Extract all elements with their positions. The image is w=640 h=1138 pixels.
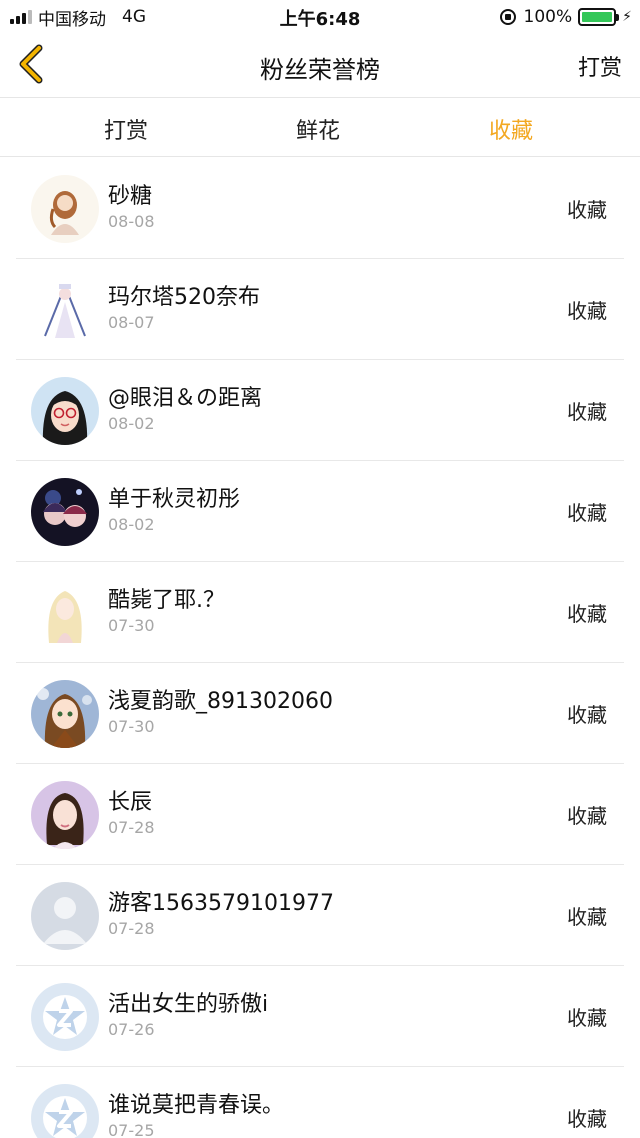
fan-name: 活出女生的骄傲i: [108, 992, 269, 1017]
battery-icon: [578, 8, 620, 26]
default-z-avatar: [31, 983, 99, 1051]
action-label: 收藏: [567, 501, 607, 525]
fan-name: 酷毙了耶.？: [108, 588, 225, 613]
list-item[interactable]: 玛尔塔520奈布 08-07 收藏: [0, 259, 640, 360]
list-item[interactable]: 长辰 07-28 收藏: [0, 764, 640, 865]
action-label: 收藏: [567, 1107, 607, 1131]
fan-name: 浅夏韵歌_891302060: [108, 689, 333, 714]
tab-favorites[interactable]: 收藏: [451, 113, 571, 145]
action-label: 收藏: [567, 299, 607, 323]
nav-bar: 粉丝荣誉榜 打赏: [0, 34, 640, 98]
fan-list: 砂糖 08-08 收藏 玛尔塔520奈布 08-07 收藏 @眼泪＆の距离 08-02 收藏 单于…: [0, 158, 640, 1138]
fan-date: 08-02: [108, 515, 155, 534]
glasses-girl-avatar: [31, 377, 99, 445]
avatar[interactable]: [31, 276, 99, 344]
status-bar: 中国移动 4G 上午6:48 100% ⚡: [0, 0, 640, 34]
action-label: 收藏: [567, 905, 607, 929]
default-z-avatar: [31, 1084, 99, 1138]
fan-date: 07-25: [108, 1121, 155, 1138]
fan-name: 砂糖: [108, 184, 153, 209]
fan-date: 07-28: [108, 919, 155, 938]
tab-bar: 打赏 鲜花 收藏: [0, 99, 640, 157]
fan-date: 07-30: [108, 717, 155, 736]
fan-date: 07-26: [108, 1020, 155, 1039]
default-user-avatar: [31, 882, 99, 950]
fan-date: 08-02: [108, 414, 155, 433]
blonde-girl-avatar: [31, 579, 99, 647]
avatar[interactable]: [31, 377, 99, 445]
tab-flowers[interactable]: 鲜花: [258, 113, 378, 145]
fan-date: 08-07: [108, 313, 155, 332]
action-label: 收藏: [567, 1006, 607, 1030]
action-label: 收藏: [567, 703, 607, 727]
fan-name: 游客1563579101977: [108, 891, 334, 916]
list-item[interactable]: 酷毙了耶.？ 07-30 收藏: [0, 562, 640, 663]
rotation-lock-icon: [499, 9, 516, 25]
battery-fill: [582, 12, 613, 22]
girl-portrait-avatar: [31, 781, 99, 849]
list-item[interactable]: 砂糖 08-08 收藏: [0, 158, 640, 259]
fan-name: 长辰: [108, 790, 153, 815]
dark-anime-avatar: [31, 478, 99, 546]
fan-date: 07-30: [108, 616, 155, 635]
list-item[interactable]: 游客1563579101977 07-28 收藏: [0, 865, 640, 966]
illustration-girl-avatar: [31, 175, 99, 243]
avatar[interactable]: [31, 882, 99, 950]
action-label: 收藏: [567, 602, 607, 626]
tab-reward[interactable]: 打赏: [66, 113, 186, 145]
avatar[interactable]: [31, 579, 99, 647]
list-item[interactable]: 浅夏韵歌_891302060 07-30 收藏: [0, 663, 640, 764]
battery-percent: 100%: [523, 7, 573, 27]
list-item[interactable]: 活出女生的骄傲i 07-26 收藏: [0, 966, 640, 1067]
fan-name: 单于秋灵初彤: [108, 487, 241, 512]
avatar[interactable]: [31, 781, 99, 849]
avatar[interactable]: [31, 983, 99, 1051]
list-item[interactable]: 单于秋灵初彤 08-02 收藏: [0, 461, 640, 562]
action-label: 收藏: [567, 198, 607, 222]
avatar[interactable]: [31, 680, 99, 748]
fan-date: 08-08: [108, 212, 155, 231]
reward-button[interactable]: 打赏: [578, 50, 622, 82]
list-item[interactable]: 谁说莫把青春误。 07-25 收藏: [0, 1067, 640, 1138]
status-right: 100% ⚡: [499, 6, 632, 28]
fan-name: @眼泪＆の距离: [108, 386, 263, 411]
charging-icon: ⚡: [622, 9, 632, 25]
avatar[interactable]: [31, 478, 99, 546]
action-label: 收藏: [567, 400, 607, 424]
fan-name: 玛尔塔520奈布: [108, 285, 260, 310]
page-title: 粉丝荣誉榜: [260, 56, 380, 84]
action-label: 收藏: [567, 804, 607, 828]
fan-name: 谁说莫把青春误。: [108, 1093, 285, 1118]
avatar[interactable]: [31, 1084, 99, 1138]
fan-date: 07-28: [108, 818, 155, 837]
avatar[interactable]: [31, 175, 99, 243]
list-item[interactable]: @眼泪＆の距离 08-02 收藏: [0, 360, 640, 461]
illustration-figure-avatar: [31, 276, 99, 344]
anime-girl-avatar: [31, 680, 99, 748]
